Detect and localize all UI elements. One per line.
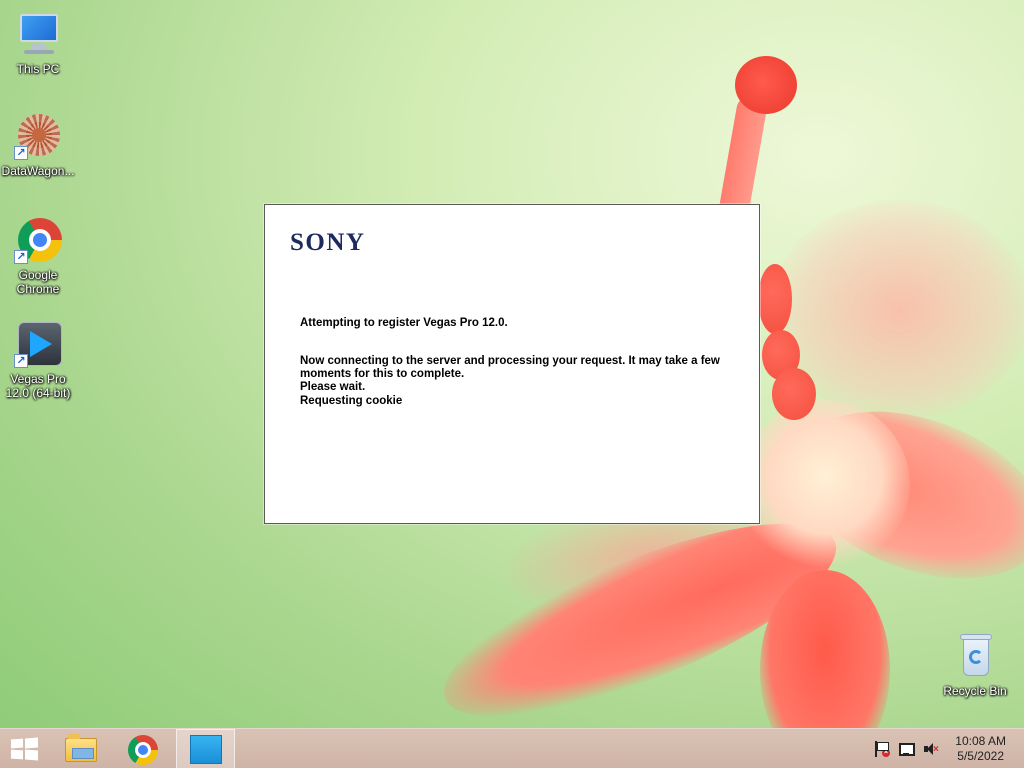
datawagon-icon: ↗ (14, 112, 62, 160)
clock-date: 5/5/2022 (957, 749, 1004, 763)
wallpaper-bud (772, 368, 816, 420)
shortcut-arrow-icon: ↗ (14, 354, 28, 368)
desktop-icon-label: Recycle Bin (943, 684, 1007, 698)
desktop-icon-google-chrome[interactable]: ↗ Google Chrome (0, 216, 76, 296)
desktop-icon-vegas-pro[interactable]: ↗ Vegas Pro 12.0 (64-bit) (0, 320, 76, 400)
folder-icon (65, 734, 97, 762)
shortcut-arrow-icon: ↗ (14, 146, 28, 160)
chrome-icon: ↗ (14, 216, 62, 264)
desktop-icon-label: DataWagon... (1, 164, 75, 178)
volume-muted-icon[interactable]: × (923, 741, 939, 757)
wallpaper-bud (758, 264, 792, 334)
connecting-message: Now connecting to the server and process… (300, 355, 720, 380)
desktop-icon-label: This PC (16, 62, 60, 76)
sony-logo: SONY (290, 229, 366, 256)
shortcut-arrow-icon: ↗ (14, 250, 28, 264)
progress-status-text: Requesting cookie (300, 395, 403, 407)
network-icon[interactable] (898, 741, 915, 757)
taskbar-file-explorer[interactable] (52, 729, 110, 768)
taskbar-chrome[interactable] (114, 729, 172, 768)
wallpaper-stigma (735, 56, 797, 114)
chrome-icon (128, 735, 158, 765)
taskbar-active-app[interactable] (176, 729, 235, 768)
action-center-flag-icon[interactable]: × (873, 741, 890, 757)
desktop-icon-label: Google Chrome (16, 268, 60, 296)
app-window-icon (190, 735, 222, 764)
windows-logo-icon (11, 737, 38, 761)
desktop-icon-datawagon[interactable]: ↗ DataWagon... (0, 112, 76, 178)
recycle-bin-icon (951, 632, 999, 680)
start-button[interactable] (0, 729, 48, 768)
registration-status-text: Attempting to register Vegas Pro 12.0. (300, 317, 508, 329)
wallpaper-flower-center (740, 400, 910, 570)
desktop-icon-label: Vegas Pro 12.0 (64-bit) (5, 372, 71, 400)
please-wait-text: Please wait. (300, 381, 366, 393)
vegas-pro-icon: ↗ (14, 320, 62, 368)
system-clock[interactable]: 10:08 AM 5/5/2022 (955, 734, 1006, 764)
registration-dialog: SONY Attempting to register Vegas Pro 12… (264, 204, 760, 524)
this-pc-icon (14, 10, 62, 58)
taskbar: × × 10:08 AM 5/5/2022 (0, 728, 1024, 768)
desktop-icon-recycle-bin[interactable]: Recycle Bin (937, 632, 1013, 698)
desktop-icon-this-pc[interactable]: This PC (0, 10, 76, 76)
clock-time: 10:08 AM (955, 734, 1006, 748)
